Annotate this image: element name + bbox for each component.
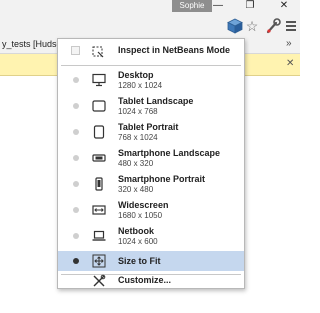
device-tablet-landscape[interactable]: Tablet Landscape 1024 x 768 — [58, 95, 244, 121]
widescreen-icon — [92, 203, 106, 222]
tablet-portrait-radio[interactable] — [73, 129, 79, 135]
smartphone-landscape-radio[interactable] — [73, 155, 79, 161]
restore-button[interactable]: ❐ — [238, 0, 262, 14]
device-size: 320 x 480 — [118, 185, 154, 194]
inspect-icon — [92, 45, 104, 63]
device-smartphone-landscape[interactable]: Smartphone Landscape 480 x 320 — [58, 147, 244, 173]
bookmarks-overflow-button[interactable]: » — [286, 38, 292, 49]
netbeans-cube-icon[interactable] — [226, 17, 244, 35]
tablet-landscape-radio[interactable] — [73, 103, 79, 109]
tablet-portrait-icon — [92, 125, 106, 144]
device-tablet-portrait[interactable]: Tablet Portrait 768 x 1024 — [58, 121, 244, 147]
device-widescreen[interactable]: Widescreen 1680 x 1050 — [58, 199, 244, 225]
device-size: 768 x 1024 — [118, 133, 158, 142]
device-netbook[interactable]: Netbook 1024 x 600 — [58, 225, 244, 251]
device-size: 480 x 320 — [118, 159, 154, 168]
size-to-fit-item[interactable]: Size to Fit — [58, 251, 244, 271]
inspect-checkbox[interactable] — [71, 46, 80, 55]
device-size: 1024 x 600 — [118, 237, 158, 246]
inspect-mode-item[interactable]: Inspect in NetBeans Mode — [58, 39, 244, 63]
bookmark-star-icon[interactable]: ☆ — [243, 17, 261, 35]
device-name: Tablet Landscape — [118, 96, 194, 106]
smartphone-portrait-radio[interactable] — [73, 181, 79, 187]
device-name: Smartphone Landscape — [118, 148, 221, 158]
inspect-label: Inspect in NetBeans Mode — [118, 45, 231, 55]
device-size: 1280 x 1024 — [118, 81, 163, 90]
browser-toolbar: ☆ — [0, 14, 300, 38]
size-to-fit-label: Size to Fit — [118, 256, 161, 266]
size-to-fit-radio[interactable] — [73, 258, 79, 264]
minimize-button[interactable]: — — [206, 0, 230, 14]
device-name: Tablet Portrait — [118, 122, 179, 132]
size-to-fit-icon — [92, 254, 106, 273]
tablet-landscape-icon — [92, 99, 106, 118]
smartphone-portrait-icon — [92, 177, 106, 196]
smartphone-landscape-icon — [92, 151, 106, 170]
wrench-icon[interactable] — [264, 17, 282, 35]
desktop-icon — [92, 73, 106, 92]
device-size: 1024 x 768 — [118, 107, 158, 116]
netbook-radio[interactable] — [73, 233, 79, 239]
close-window-button[interactable]: ✕ — [272, 0, 296, 14]
device-name: Smartphone Portrait — [118, 174, 206, 184]
netbeans-popup-menu: Inspect in NetBeans Mode Desktop 1280 x … — [57, 38, 245, 289]
netbook-icon — [92, 229, 106, 248]
separator — [61, 65, 241, 66]
desktop-radio[interactable] — [73, 77, 79, 83]
customize-label: Customize... — [118, 275, 172, 285]
device-name: Widescreen — [118, 200, 169, 210]
tools-icon — [92, 274, 106, 293]
title-bar: Sophie — ❐ ✕ — [0, 0, 300, 14]
widescreen-radio[interactable] — [73, 207, 79, 213]
menu-icon[interactable] — [282, 17, 300, 35]
device-name: Netbook — [118, 226, 154, 236]
customize-item[interactable]: Customize... — [58, 274, 244, 289]
device-size: 1680 x 1050 — [118, 211, 163, 220]
device-smartphone-portrait[interactable]: Smartphone Portrait 320 x 480 — [58, 173, 244, 199]
infobar-close-button[interactable]: ✕ — [286, 58, 294, 69]
device-name: Desktop — [118, 70, 154, 80]
device-desktop[interactable]: Desktop 1280 x 1024 — [58, 69, 244, 95]
